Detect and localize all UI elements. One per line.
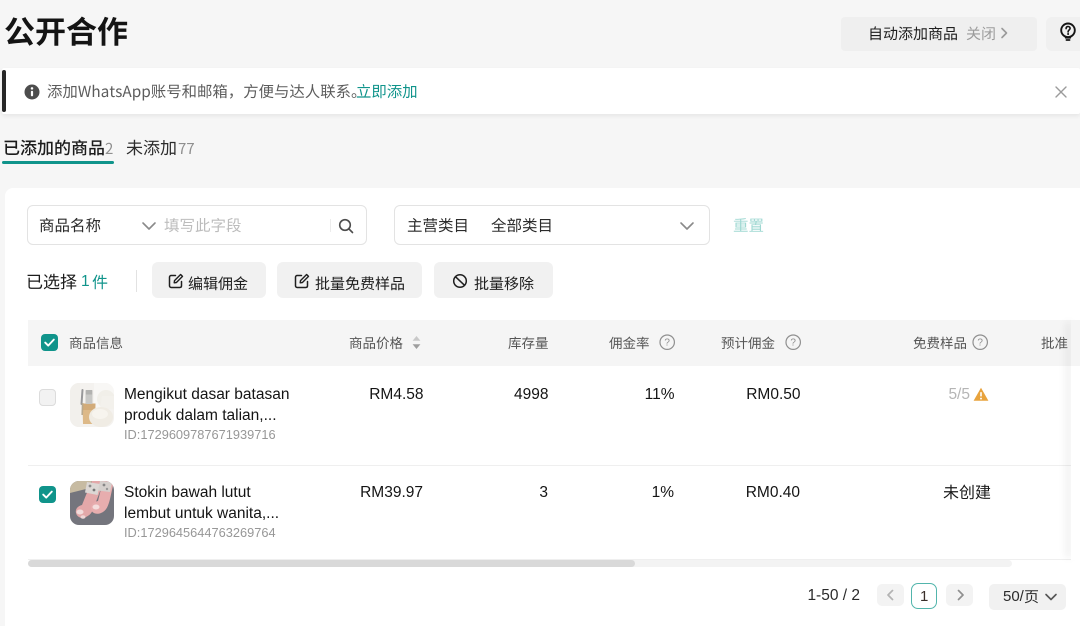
svg-text:?: ? xyxy=(978,337,984,348)
svg-text:?: ? xyxy=(790,337,796,348)
svg-text:?: ? xyxy=(665,337,671,348)
